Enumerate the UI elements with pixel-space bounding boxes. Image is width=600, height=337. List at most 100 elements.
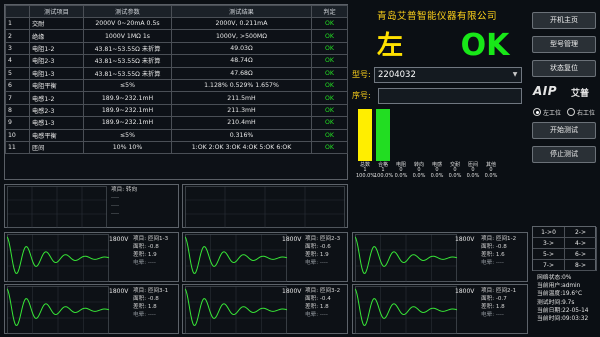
stat-bar-percent: 0.0%	[412, 173, 426, 179]
row-result: 211.3mH	[171, 103, 312, 118]
row-index: 7	[5, 91, 30, 105]
wave-area: 面积: -0.8	[133, 296, 159, 302]
table-row: 2 绝缘 1000V 1MΩ 1s 1000V, >500MΩ OK	[5, 29, 348, 43]
wave-panel-turn-2-3: 1800V 项目: 匝间2-3 面积: -0.6 差积: 1.9 电晕: ---…	[182, 232, 348, 282]
serial-label: 序号:	[352, 91, 371, 100]
row-param: ≤5%	[83, 78, 172, 93]
wave-area: 面积: -0.6	[305, 244, 331, 250]
table-row: 4 电阻2-3 43.81~53.55Ω 未折算 48.74Ω OK	[5, 54, 348, 68]
serial-row: 序号:	[352, 88, 522, 104]
left-station-radio[interactable]	[533, 108, 541, 116]
wave-title: 项目: 匝间3-2	[305, 288, 341, 294]
row-index: 5	[5, 66, 30, 80]
wave-diff-area: 差积: 1.9	[305, 252, 329, 258]
status-panel: 网络状态:0% 当前用户:admin 当前温度:19.6°C 测试时间:9.7s…	[537, 274, 599, 323]
row-verdict: OK	[311, 78, 348, 93]
row-verdict: OK	[311, 29, 348, 43]
waveform-trace	[7, 234, 109, 282]
home-button[interactable]: 开机主页	[532, 12, 596, 29]
wave-info: 项目: 匝间3-2 面积: -0.4 差积: 1.8 电晕: ----	[305, 287, 340, 319]
row-verdict: OK	[311, 140, 348, 155]
start-test-button[interactable]: 开始测试	[532, 122, 596, 139]
row-index: 10	[5, 128, 30, 142]
wave-voltage: 1800V	[455, 288, 475, 295]
row-item: 交耐	[29, 16, 84, 31]
wave-title: 项目: 匝间1-2	[481, 236, 517, 242]
table-row: 3 电阻1-2 43.81~53.55Ω 未折算 49.03Ω OK	[5, 41, 348, 56]
wave-info: 项目: 匝间3-1 面积: -0.8 差积: 1.8 电晕: ----	[133, 287, 168, 319]
row-result: 1000V, >500MΩ	[171, 29, 312, 43]
wave-panel-turn-1-2: 1800V 项目: 匝间1-2 面积: -0.8 差积: 1.6 电晕: ---…	[352, 232, 528, 282]
row-param: 43.81~53.55Ω 未折算	[83, 66, 172, 80]
row-item: 绝缘	[29, 29, 84, 43]
wave-info: 项目: 匝间1-2 面积: -0.8 差积: 1.6 电晕: ----	[481, 235, 516, 267]
wave-info: 项目: 转向 ---- ---- ----	[111, 186, 137, 218]
network-status: 网络状态:0%	[537, 275, 572, 281]
table-row: 9 电感1-3 189.9~232.1mH 210.4mH OK	[5, 116, 348, 130]
wave-diff-area: 差积: 1.8	[133, 304, 157, 310]
dropdown-arrow-icon[interactable]: ▼	[511, 69, 519, 81]
station-side-indicator: 左	[376, 31, 403, 61]
direction-grid: 1->0 2-> 3-> 4-> 5-> 6-> 7-> 8->	[532, 226, 597, 271]
wave-title: 项目: 转向	[111, 187, 138, 193]
row-item: 电感1-3	[29, 116, 84, 130]
wave-line-3: ----	[111, 203, 120, 209]
row-result: 49.03Ω	[171, 41, 312, 56]
waveform-trace	[355, 286, 457, 334]
wave-title: 项目: 匝间1-3	[133, 236, 169, 242]
wave-panel-turn-1-3: 1800V 项目: 匝间1-3 面积: -0.8 差积: 1.9 电晕: ---…	[4, 232, 179, 282]
wave-info: 项目: 匝间2-1 面积: -0.7 差积: 1.8 电晕: ----	[481, 287, 516, 319]
wave-line-4: ----	[111, 211, 120, 217]
right-station-radio[interactable]	[567, 108, 575, 116]
row-param: 2000V 0~20mA 0.5s	[83, 16, 172, 31]
wave-area: 面积: -0.8	[133, 244, 159, 250]
company-name: 青岛艾普智能仪器有限公司	[376, 11, 497, 22]
status-reset-button[interactable]: 状态复位	[532, 60, 596, 77]
col-item: 测试项目	[29, 5, 84, 18]
direction-cell: 4->	[565, 238, 597, 249]
row-verdict: OK	[311, 116, 348, 130]
wave-panel-turn-2-1: 1800V 项目: 匝间2-1 面积: -0.7 差积: 1.8 电晕: ---…	[352, 284, 528, 334]
table-row: 11 匝间 10% 10% 1:OK 2:OK 3:OK 4:OK 5:OK 6:OK…	[5, 140, 348, 155]
direction-cell: 8->	[565, 260, 597, 271]
wave-title: 项目: 匝间3-1	[133, 288, 169, 294]
model-row: 型号: 2204032 ▼	[352, 67, 522, 83]
direction-cell: 7->	[533, 260, 565, 271]
row-result: 210.4mH	[171, 116, 312, 130]
model-select[interactable]: 2204032 ▼	[374, 67, 522, 83]
waveform-trace	[355, 234, 457, 282]
wave-area: 面积: -0.8	[481, 244, 507, 250]
row-index: 9	[5, 116, 30, 130]
wave-line-2: ----	[111, 195, 120, 201]
wave-diff-area: 差积: 1.8	[305, 304, 329, 310]
model-label: 型号:	[352, 70, 371, 79]
row-result: 0.316%	[171, 128, 312, 142]
wave-voltage: 1800V	[455, 236, 475, 243]
row-verdict: OK	[311, 66, 348, 80]
direction-cell: 2->	[565, 227, 597, 238]
row-param: 189.9~232.1mH	[83, 103, 172, 118]
row-verdict: OK	[311, 103, 348, 118]
table-header-row: 测试项目 测试参数 测试结果 判定	[5, 5, 348, 18]
test-time: 测试时间:9.7s	[537, 299, 575, 306]
stat-bar-percent: 0.0%	[448, 173, 462, 179]
model-management-button[interactable]: 型号管理	[532, 36, 596, 53]
table-row: 1 交耐 2000V 0~20mA 0.5s 2000V, 0.211mA OK	[5, 16, 348, 31]
serial-input[interactable]	[378, 88, 522, 104]
row-param: 43.81~53.55Ω 未折算	[83, 54, 172, 68]
col-result: 测试结果	[171, 5, 312, 18]
row-item: 电感2-3	[29, 103, 84, 118]
col-index	[5, 5, 30, 18]
wave-corona: 电晕: ----	[133, 260, 156, 266]
wave-corona: 电晕: ----	[305, 260, 328, 266]
station-selector: 左工位 右工位	[533, 108, 599, 118]
row-result: 1:OK 2:OK 3:OK 4:OK 5:OK 6:OK	[171, 140, 312, 155]
row-item: 电阻平衡	[29, 78, 84, 93]
stop-test-button[interactable]: 停止测试	[532, 146, 596, 163]
row-param: ≤5%	[83, 128, 172, 142]
wave-corona: 电晕: ----	[305, 312, 328, 318]
wave-corona: 电晕: ----	[481, 312, 504, 318]
row-index: 4	[5, 54, 30, 68]
stat-bar	[358, 109, 372, 161]
wave-voltage: 1800V	[109, 288, 129, 295]
